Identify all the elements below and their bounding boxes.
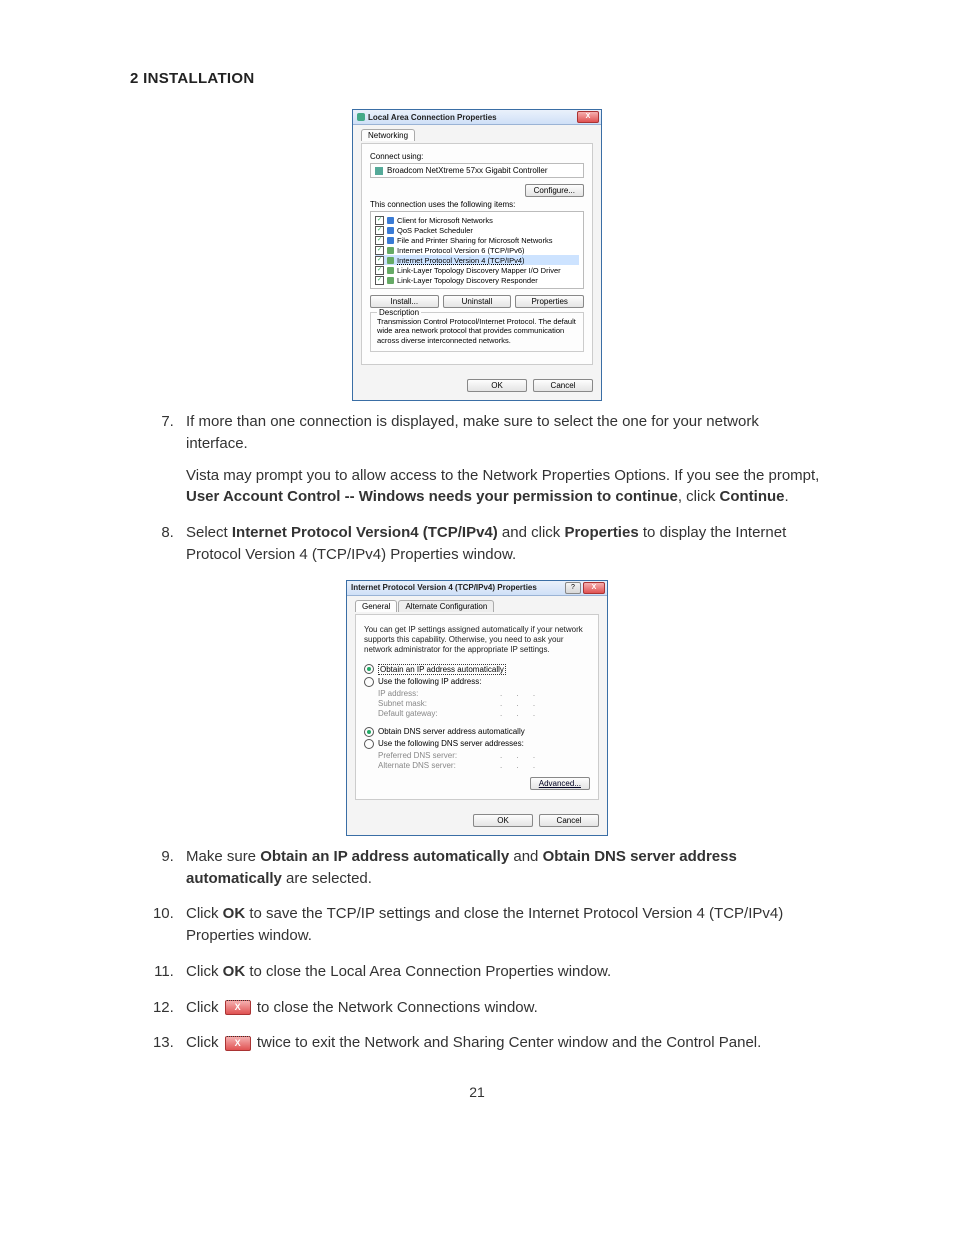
step-10: Click OK to save the TCP/IP settings and…: [178, 903, 824, 947]
titlebar: Local Area Connection Properties X: [353, 110, 601, 125]
connection-items-list: ✓Client for Microsoft Networks ✓QoS Pack…: [370, 211, 584, 289]
step-8: Select Internet Protocol Version4 (TCP/I…: [178, 522, 824, 566]
connect-using-label: Connect using:: [370, 152, 584, 161]
list-item[interactable]: ✓Link-Layer Topology Discovery Responder: [375, 275, 579, 285]
radio-icon: [364, 727, 374, 737]
close-icon: X: [225, 1036, 251, 1051]
list-item[interactable]: ✓File and Printer Sharing for Microsoft …: [375, 235, 579, 245]
properties-button[interactable]: Properties: [515, 295, 584, 308]
protocol-icon: [387, 267, 394, 274]
tab-networking[interactable]: Networking: [361, 129, 415, 141]
alternate-dns-field: . . .: [500, 761, 590, 770]
adapter-field[interactable]: Broadcom NetXtreme 57xx Gigabit Controll…: [370, 163, 584, 178]
configure-button[interactable]: Configure...: [525, 184, 584, 197]
checkbox-icon[interactable]: ✓: [375, 236, 384, 245]
protocol-icon: [387, 247, 394, 254]
cancel-button[interactable]: Cancel: [533, 379, 593, 392]
close-icon[interactable]: X: [577, 111, 599, 123]
ok-button[interactable]: OK: [467, 379, 527, 392]
service-icon: [387, 217, 394, 224]
preferred-dns-label: Preferred DNS server:: [378, 751, 500, 760]
checkbox-icon[interactable]: ✓: [375, 276, 384, 285]
radio-use-following-ip[interactable]: Use the following IP address:: [364, 677, 590, 687]
lan-properties-dialog: Local Area Connection Properties X Netwo…: [352, 109, 602, 401]
advanced-button[interactable]: Advanced...: [530, 777, 590, 790]
ip-settings-note: You can get IP settings assigned automat…: [364, 625, 590, 656]
page-number: 21: [130, 1084, 824, 1100]
radio-obtain-ip-auto[interactable]: Obtain an IP address automatically: [364, 664, 590, 675]
adapter-icon: [375, 167, 383, 175]
radio-icon: [364, 664, 374, 674]
checkbox-icon[interactable]: ✓: [375, 256, 384, 265]
checkbox-icon[interactable]: ✓: [375, 226, 384, 235]
network-icon: [357, 113, 365, 121]
step-11: Click OK to close the Local Area Connect…: [178, 961, 824, 983]
radio-use-following-dns[interactable]: Use the following DNS server addresses:: [364, 739, 590, 749]
help-icon[interactable]: ?: [565, 582, 581, 594]
protocol-icon: [387, 277, 394, 284]
step-9: Make sure Obtain an IP address automatic…: [178, 846, 824, 890]
ip-address-field: . . .: [500, 689, 590, 698]
radio-icon: [364, 739, 374, 749]
tab-general[interactable]: General: [355, 600, 397, 612]
uses-items-label: This connection uses the following items…: [370, 200, 584, 209]
checkbox-icon[interactable]: ✓: [375, 216, 384, 225]
service-icon: [387, 237, 394, 244]
preferred-dns-field: . . .: [500, 751, 590, 760]
service-icon: [387, 227, 394, 234]
ip-address-label: IP address:: [378, 689, 500, 698]
description-label: Description: [377, 308, 421, 317]
list-item[interactable]: ✓Client for Microsoft Networks: [375, 215, 579, 225]
list-item-selected[interactable]: ✓Internet Protocol Version 4 (TCP/IPv4): [375, 255, 579, 265]
dialog-title: Internet Protocol Version 4 (TCP/IPv4) P…: [351, 583, 563, 592]
radio-obtain-dns-auto[interactable]: Obtain DNS server address automatically: [364, 727, 590, 737]
close-icon[interactable]: X: [583, 582, 605, 594]
radio-icon: [364, 677, 374, 687]
subnet-mask-field: . . .: [500, 699, 590, 708]
install-button[interactable]: Install...: [370, 295, 439, 308]
ipv4-properties-dialog: Internet Protocol Version 4 (TCP/IPv4) P…: [346, 580, 608, 836]
uninstall-button[interactable]: Uninstall: [443, 295, 512, 308]
step-12: Click X to close the Network Connections…: [178, 997, 824, 1019]
checkbox-icon[interactable]: ✓: [375, 266, 384, 275]
cancel-button[interactable]: Cancel: [539, 814, 599, 827]
protocol-icon: [387, 257, 394, 264]
dialog-title: Local Area Connection Properties: [368, 113, 575, 122]
checkbox-icon[interactable]: ✓: [375, 246, 384, 255]
list-item[interactable]: ✓QoS Packet Scheduler: [375, 225, 579, 235]
step-13: Click X twice to exit the Network and Sh…: [178, 1032, 824, 1054]
ok-button[interactable]: OK: [473, 814, 533, 827]
tab-alternate-config[interactable]: Alternate Configuration: [398, 600, 494, 612]
close-icon: X: [225, 1000, 251, 1015]
adapter-name: Broadcom NetXtreme 57xx Gigabit Controll…: [387, 166, 548, 175]
titlebar: Internet Protocol Version 4 (TCP/IPv4) P…: [347, 581, 607, 596]
list-item[interactable]: ✓Link-Layer Topology Discovery Mapper I/…: [375, 265, 579, 275]
description-text: Transmission Control Protocol/Internet P…: [377, 317, 577, 345]
subnet-mask-label: Subnet mask:: [378, 699, 500, 708]
alternate-dns-label: Alternate DNS server:: [378, 761, 500, 770]
section-heading: 2 INSTALLATION: [130, 70, 824, 87]
description-box: Description Transmission Control Protoco…: [370, 312, 584, 352]
default-gateway-label: Default gateway:: [378, 709, 500, 718]
default-gateway-field: . . .: [500, 709, 590, 718]
list-item[interactable]: ✓Internet Protocol Version 6 (TCP/IPv6): [375, 245, 579, 255]
step-7: If more than one connection is displayed…: [178, 411, 824, 508]
